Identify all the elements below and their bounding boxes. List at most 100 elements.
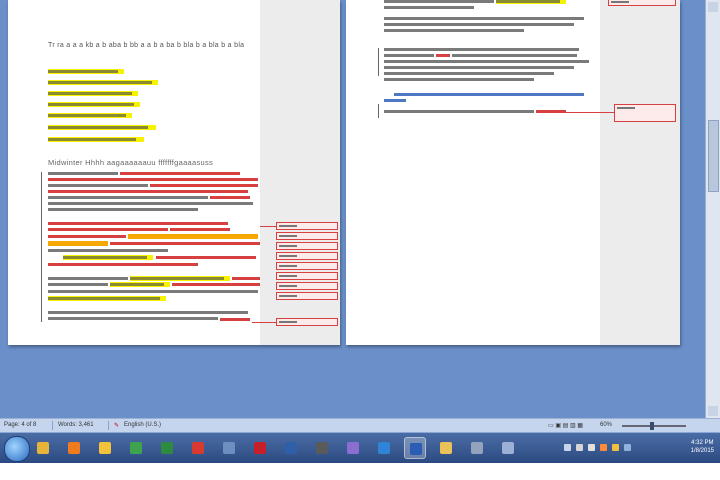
taskbar-button[interactable] <box>32 437 54 459</box>
document-page-right[interactable] <box>346 0 680 345</box>
highlighted-line <box>48 125 156 130</box>
scroll-down-arrow-icon[interactable] <box>708 406 718 416</box>
battery-icon[interactable] <box>624 444 631 451</box>
zoom-level[interactable]: 60% <box>600 422 612 428</box>
comment-balloon[interactable] <box>276 242 338 250</box>
zoom-slider-knob[interactable] <box>650 422 654 430</box>
text-line <box>48 249 168 252</box>
comment-balloon[interactable] <box>276 292 338 300</box>
taskbar-button[interactable] <box>218 437 240 459</box>
comment-balloon[interactable] <box>276 232 338 240</box>
tracked-change-line <box>536 110 566 113</box>
update-icon[interactable] <box>600 444 607 451</box>
text-line <box>48 184 148 187</box>
text-line <box>48 196 208 199</box>
balloon-connector <box>260 226 276 227</box>
text-line <box>48 172 118 175</box>
paint-icon <box>99 442 111 454</box>
clock-date: 1/8/2015 <box>690 448 714 454</box>
scrollbar-thumb[interactable] <box>708 120 719 192</box>
tracked-change-line <box>48 178 258 181</box>
adobe-icon <box>192 442 204 454</box>
text-line <box>452 54 577 57</box>
taskbar-button[interactable] <box>404 437 426 459</box>
text-line <box>48 311 248 314</box>
comment-balloon[interactable] <box>276 262 338 270</box>
comment-balloon[interactable] <box>614 104 676 122</box>
taskbar-button[interactable] <box>466 437 488 459</box>
word-icon <box>410 443 422 455</box>
excel-icon <box>161 442 173 454</box>
text-line <box>48 283 108 286</box>
highlighted-line <box>48 296 166 301</box>
status-bar: Page: 4 of 8 Words: 3,461 ✎ English (U.S… <box>0 418 720 433</box>
system-tray: 4:32 PM 1/8/2015 <box>540 435 718 461</box>
taskbar-button[interactable] <box>435 437 457 459</box>
folder-icon <box>440 442 452 454</box>
comment-balloon[interactable] <box>276 282 338 290</box>
comment-balloon[interactable] <box>276 222 338 230</box>
comment-balloon[interactable] <box>608 0 676 6</box>
outlook-icon <box>378 442 390 454</box>
markup-pane <box>600 0 680 345</box>
text-line <box>384 110 534 113</box>
hyperlink-line[interactable] <box>384 99 406 102</box>
balloon-connector <box>566 112 614 113</box>
taskbar-button[interactable] <box>63 437 85 459</box>
chrome-icon <box>130 442 142 454</box>
tracked-change-line <box>48 190 248 193</box>
document-page-left[interactable]: Tr ra a a a kb a b aba b bb a a b a ba b… <box>8 0 340 345</box>
opera-icon <box>254 442 266 454</box>
page-heading: Tr ra a a a kb a b aba b bb a a b a ba b… <box>48 42 245 49</box>
proofing-icon[interactable]: ✎ <box>114 422 119 429</box>
start-button[interactable] <box>4 436 30 462</box>
document-workspace: Tr ra a a a kb a b aba b bb a a b a ba b… <box>0 0 720 420</box>
taskbar-button[interactable] <box>187 437 209 459</box>
highlighted-line <box>48 102 140 107</box>
notes-icon <box>223 442 235 454</box>
comment-balloon[interactable] <box>276 252 338 260</box>
tracked-change-line <box>220 318 250 321</box>
highlighted-change <box>128 234 258 239</box>
divider <box>108 421 109 430</box>
zoom-slider[interactable] <box>622 425 686 427</box>
comment-balloon[interactable] <box>276 272 338 280</box>
text-line <box>384 17 584 20</box>
hyperlink-line[interactable] <box>394 93 584 96</box>
vertical-scrollbar[interactable] <box>705 0 720 420</box>
network-icon[interactable] <box>576 444 583 451</box>
scroll-up-arrow-icon[interactable] <box>708 2 718 12</box>
taskbar-button[interactable] <box>342 437 364 459</box>
taskbar-button[interactable] <box>373 437 395 459</box>
text-line <box>48 208 198 211</box>
view-buttons[interactable]: ▭ ▣ ▤ ▥ ▦ <box>548 422 583 429</box>
highlighted-line <box>48 91 138 96</box>
tracked-change-line <box>120 172 240 175</box>
taskbar-button[interactable] <box>94 437 116 459</box>
text-line <box>384 0 494 3</box>
change-bar <box>378 104 379 118</box>
taskbar-button[interactable] <box>311 437 333 459</box>
page-count[interactable]: Page: 4 of 8 <box>4 422 36 428</box>
word-count[interactable]: Words: 3,461 <box>58 422 94 428</box>
taskbar-button[interactable] <box>249 437 271 459</box>
gallery-icon <box>471 442 483 454</box>
text-line <box>48 290 258 293</box>
clock[interactable]: 4:32 PM 1/8/2015 <box>691 439 714 455</box>
language-indicator[interactable]: English (U.S.) <box>124 422 161 428</box>
taskbar: 4:32 PM 1/8/2015 <box>0 432 720 463</box>
comment-balloon[interactable] <box>276 318 338 326</box>
tracked-change-line <box>436 54 450 57</box>
tracked-change-line <box>210 196 250 199</box>
calendar-icon <box>316 442 328 454</box>
flag-icon[interactable] <box>612 444 619 451</box>
highlighted-line <box>130 276 230 281</box>
taskbar-button[interactable] <box>280 437 302 459</box>
taskbar-button[interactable] <box>156 437 178 459</box>
change-bar <box>378 48 379 76</box>
show-hidden-icons-icon[interactable] <box>564 444 571 451</box>
volume-icon[interactable] <box>588 444 595 451</box>
taskbar-button[interactable] <box>497 437 519 459</box>
highlighted-line <box>63 255 153 260</box>
taskbar-button[interactable] <box>125 437 147 459</box>
